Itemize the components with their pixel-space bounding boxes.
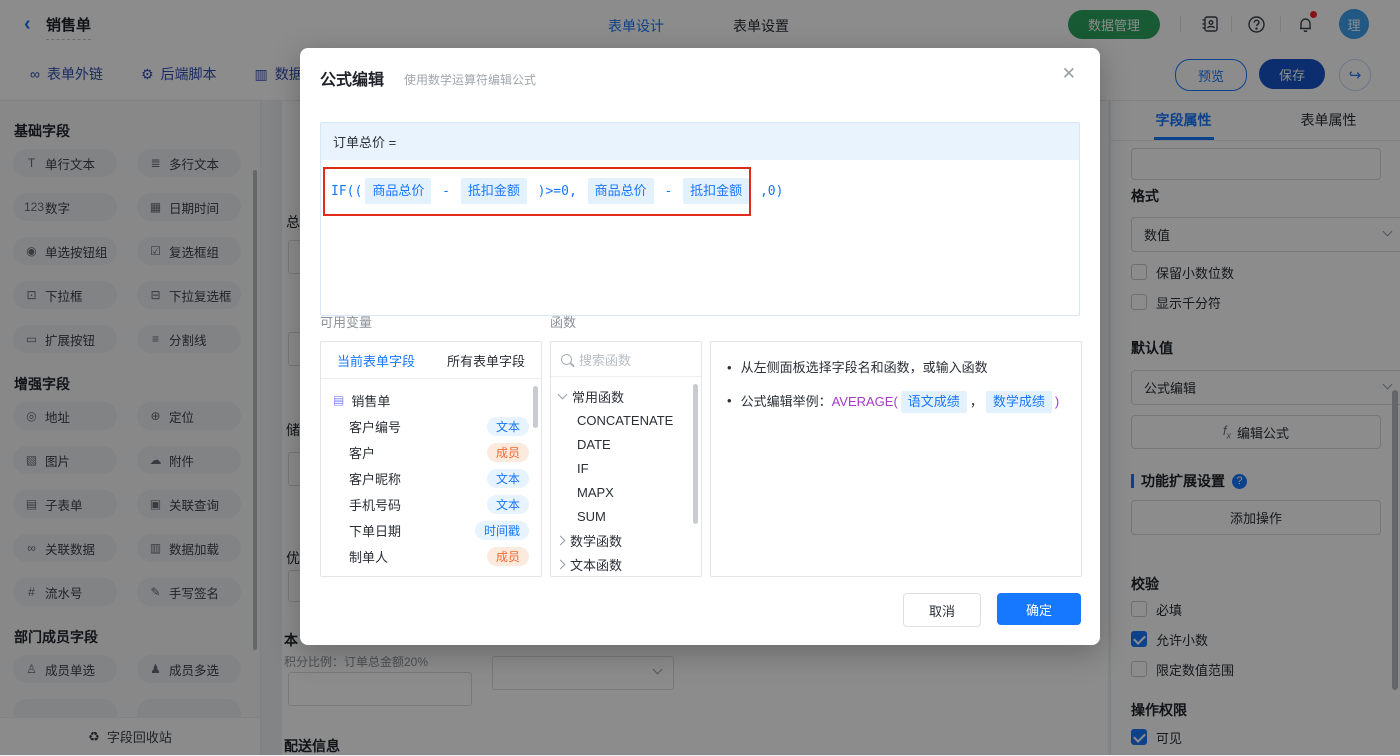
function-item-mapx[interactable]: MAPX — [551, 480, 701, 504]
tip-item: • 从左侧面板选择字段名和函数，或输入函数 — [727, 358, 1065, 378]
functions-label: 函数 — [550, 315, 577, 330]
formula-target-label: 订单总价 = — [321, 123, 1079, 160]
functions-scrollbar[interactable] — [693, 384, 698, 524]
function-group-label: 数学函数 — [570, 533, 623, 549]
search-placeholder: 搜索函数 — [579, 352, 632, 368]
variable-row[interactable]: 客户昵称 文本 — [321, 465, 541, 491]
function-group[interactable]: 常用函数 — [551, 384, 701, 408]
function-group-label: 常用函数 — [572, 389, 625, 405]
variable-type-badge: 时间戳 — [474, 520, 529, 540]
variable-type-badge: 文本 — [486, 416, 529, 436]
variable-name: 客户昵称 — [349, 471, 402, 487]
variable-row[interactable]: 手机号码 文本 — [321, 491, 541, 517]
variable-row[interactable]: 下单日期 时间戳 — [321, 517, 541, 543]
function-item-sum[interactable]: SUM — [551, 504, 701, 528]
example-function: AVERAGE( — [831, 394, 898, 409]
function-item-if[interactable]: IF — [551, 456, 701, 480]
function-group[interactable]: 数学函数 — [551, 528, 701, 552]
example-chip: 数学成绩 — [985, 391, 1052, 413]
function-group[interactable]: 文本函数 — [551, 552, 701, 576]
formula-block: 订单总价 = IF((商品总价 - 抵扣金额 )>=0, 商品总价 - 抵扣金额… — [320, 122, 1080, 316]
formula-editor[interactable]: IF((商品总价 - 抵扣金额 )>=0, 商品总价 - 抵扣金额 ,0) — [321, 160, 1079, 315]
variable-root-node[interactable]: ▤ 销售单 — [321, 387, 541, 413]
variable-row[interactable]: 客户编号 文本 — [321, 413, 541, 439]
formula-text: )>=0, — [529, 184, 585, 199]
doc-icon: ▤ — [333, 393, 345, 407]
function-search-input[interactable]: 搜索函数 — [551, 342, 701, 377]
formula-field-chip[interactable]: 商品总价 — [587, 178, 654, 204]
variable-row[interactable]: 制单人 成员 — [321, 543, 541, 569]
variable-row[interactable]: 客户 成员 — [321, 439, 541, 465]
variable-type-badge: 文本 — [486, 468, 529, 488]
formula-text: - — [656, 184, 681, 199]
bullet: • — [727, 393, 732, 408]
tab-current-form-fields[interactable]: 当前表单字段 — [321, 342, 431, 378]
formula-edit-dialog: 公式编辑 使用数学运算符编辑公式 ✕ 订单总价 = IF((商品总价 - 抵扣金… — [300, 48, 1100, 645]
confirm-button[interactable]: 确定 — [997, 593, 1081, 625]
variable-name: 手机号码 — [349, 497, 402, 513]
variable-type-badge: 成员 — [486, 546, 529, 566]
tab-all-form-fields[interactable]: 所有表单字段 — [431, 342, 541, 378]
function-item-concatenate[interactable]: CONCATENATE — [551, 408, 701, 432]
variable-type-badge: 成员 — [486, 442, 529, 462]
example-suffix: ) — [1054, 394, 1060, 409]
tip-example: 公式编辑举例：AVERAGE(语文成绩，数学成绩) — [740, 391, 1060, 413]
formula-field-chip[interactable]: 商品总价 — [365, 178, 432, 204]
tip-item: • 公式编辑举例：AVERAGE(语文成绩，数学成绩) — [727, 391, 1065, 413]
variable-name: 制单人 — [349, 549, 389, 565]
chevron-right-icon — [555, 535, 566, 545]
functions-panel: 搜索函数 常用函数 CONCATENATE DATE IF MAPX SUM 数学函数文本函… — [550, 341, 702, 577]
variables-panel: 当前表单字段 所有表单字段 ▤ 销售单 客户编号 文本 客户 成员 客户昵称 文本 手机号码 文本… — [320, 341, 542, 577]
cancel-button[interactable]: 取消 — [903, 593, 981, 627]
formula-field-chip[interactable]: 抵扣金额 — [460, 178, 527, 204]
tip-text: 从左侧面板选择字段名和函数，或输入函数 — [740, 360, 988, 375]
dialog-title: 公式编辑 — [320, 72, 385, 89]
example-chip: 语文成绩 — [900, 391, 967, 413]
formula-field-chip[interactable]: 抵扣金额 — [683, 178, 750, 204]
bullet: • — [727, 360, 732, 375]
variable-type-badge: 文本 — [486, 494, 529, 514]
close-icon[interactable]: ✕ — [1062, 64, 1076, 84]
formula-text: - — [434, 184, 458, 199]
variable-name: 客户 — [349, 445, 376, 461]
chevron-down-icon — [557, 389, 568, 400]
variable-name: 客户编号 — [349, 419, 402, 435]
formula-text: IF(( — [331, 184, 363, 199]
chevron-right-icon — [555, 559, 566, 569]
search-icon — [561, 353, 572, 365]
function-group-label: 文本函数 — [570, 557, 623, 573]
function-item-date[interactable]: DATE — [551, 432, 701, 456]
example-prefix: 公式编辑举例： — [740, 394, 832, 409]
formula-help-panel: • 从左侧面板选择字段名和函数，或输入函数 • 公式编辑举例：AVERAGE(语… — [710, 341, 1082, 577]
example-separator: ， — [969, 394, 983, 409]
variables-label: 可用变量 — [320, 315, 373, 330]
dialog-subtitle: 使用数学运算符编辑公式 — [404, 73, 537, 87]
formula-text: ,0) — [752, 184, 784, 199]
variable-root-label: 销售单 — [351, 393, 391, 409]
variable-name: 下单日期 — [349, 523, 402, 539]
variables-scrollbar[interactable] — [533, 386, 538, 428]
